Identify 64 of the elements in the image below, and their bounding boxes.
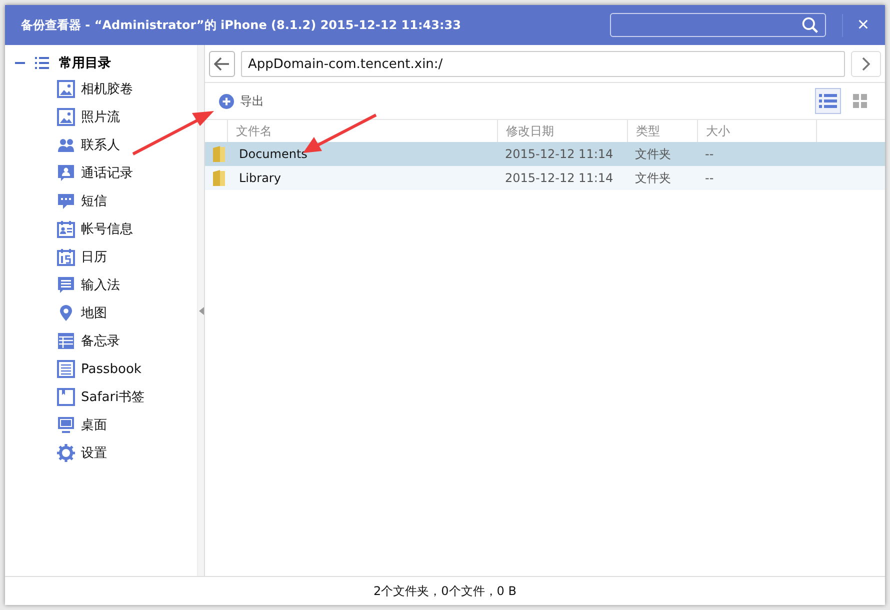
plus-circle-icon — [219, 94, 234, 108]
collapse-arrow-icon — [198, 306, 204, 314]
file-row[interactable]: Library 2015-12-12 11:14 文件夹 -- — [205, 166, 885, 190]
people-icon — [57, 136, 75, 154]
file-type: 文件夹 — [635, 170, 671, 186]
file-row[interactable]: Documents 2015-12-12 11:14 文件夹 -- — [205, 142, 885, 166]
table-icon — [57, 332, 75, 350]
sidebar-item[interactable]: 备忘录 — [5, 327, 197, 355]
column-header[interactable]: 文件名 — [236, 122, 272, 140]
list-view-button[interactable] — [815, 88, 841, 114]
file-name: Documents — [239, 147, 308, 161]
picture-icon — [57, 80, 75, 98]
splitter-handle[interactable] — [197, 45, 205, 576]
sidebar-item[interactable]: 通话记录 — [5, 159, 197, 187]
bookmark-icon — [57, 388, 75, 406]
folder-icon — [213, 146, 225, 162]
address-field[interactable]: AppDomain-com.tencent.xin:/ — [241, 51, 845, 77]
close-button[interactable]: × — [842, 14, 875, 36]
window-title: 备份查看器 - “Administrator”的 iPhone (8.1.2) 2015-12-12 11:43:33 — [21, 16, 462, 34]
picture-icon — [57, 108, 75, 126]
sidebar-item[interactable]: 短信 — [5, 187, 197, 215]
column-header[interactable]: 修改日期 — [506, 122, 554, 140]
gear-icon — [57, 444, 75, 462]
sidebar-item[interactable]: 地图 — [5, 299, 197, 327]
sidebar-item[interactable]: 联系人 — [5, 131, 197, 159]
message-icon — [57, 276, 75, 294]
id-card-icon — [57, 220, 75, 238]
collapse-icon[interactable] — [15, 61, 25, 65]
grid-view-icon — [853, 94, 867, 108]
sidebar-item[interactable]: 相机胶卷 — [5, 75, 197, 103]
speech-bubble-icon — [57, 192, 75, 210]
search-icon — [801, 16, 820, 34]
file-size: -- — [705, 171, 714, 185]
folder-icon — [213, 170, 225, 186]
sidebar-item[interactable]: 帐号信息 — [5, 215, 197, 243]
sidebar-item[interactable]: 桌面 — [5, 411, 197, 439]
sidebar-item[interactable]: 照片流 — [5, 103, 197, 131]
list-icon — [35, 57, 49, 69]
status-text: 2个文件夹，0个文件，0 B — [374, 582, 516, 600]
calendar-icon — [57, 248, 75, 266]
forward-button[interactable] — [851, 51, 881, 77]
sidebar-item[interactable]: Passbook — [5, 355, 197, 383]
sidebar-item[interactable]: 日历 — [5, 243, 197, 271]
search-field[interactable] — [610, 13, 826, 37]
sidebar-group-label[interactable]: 常用目录 — [59, 54, 111, 72]
chevron-right-icon — [862, 57, 870, 71]
sidebar-item[interactable]: 输入法 — [5, 271, 197, 299]
back-button[interactable] — [209, 51, 235, 77]
file-size: -- — [705, 147, 714, 161]
modified-date: 2015-12-12 11:14 — [505, 147, 614, 161]
column-header[interactable]: 大小 — [706, 122, 730, 140]
file-name: Library — [239, 171, 281, 185]
list-view-icon — [819, 94, 837, 108]
column-header[interactable]: 类型 — [636, 122, 660, 140]
map-pin-icon — [57, 304, 75, 322]
sidebar-item[interactable]: 设置 — [5, 439, 197, 467]
sidebar-item[interactable]: Safari书签 — [5, 383, 197, 411]
monitor-icon — [57, 416, 75, 434]
list-card-icon — [57, 360, 75, 378]
chat-person-icon — [57, 164, 75, 182]
back-arrow-icon — [214, 57, 230, 71]
modified-date: 2015-12-12 11:14 — [505, 171, 614, 185]
file-type: 文件夹 — [635, 146, 671, 162]
export-button[interactable]: 导出 — [219, 92, 264, 110]
